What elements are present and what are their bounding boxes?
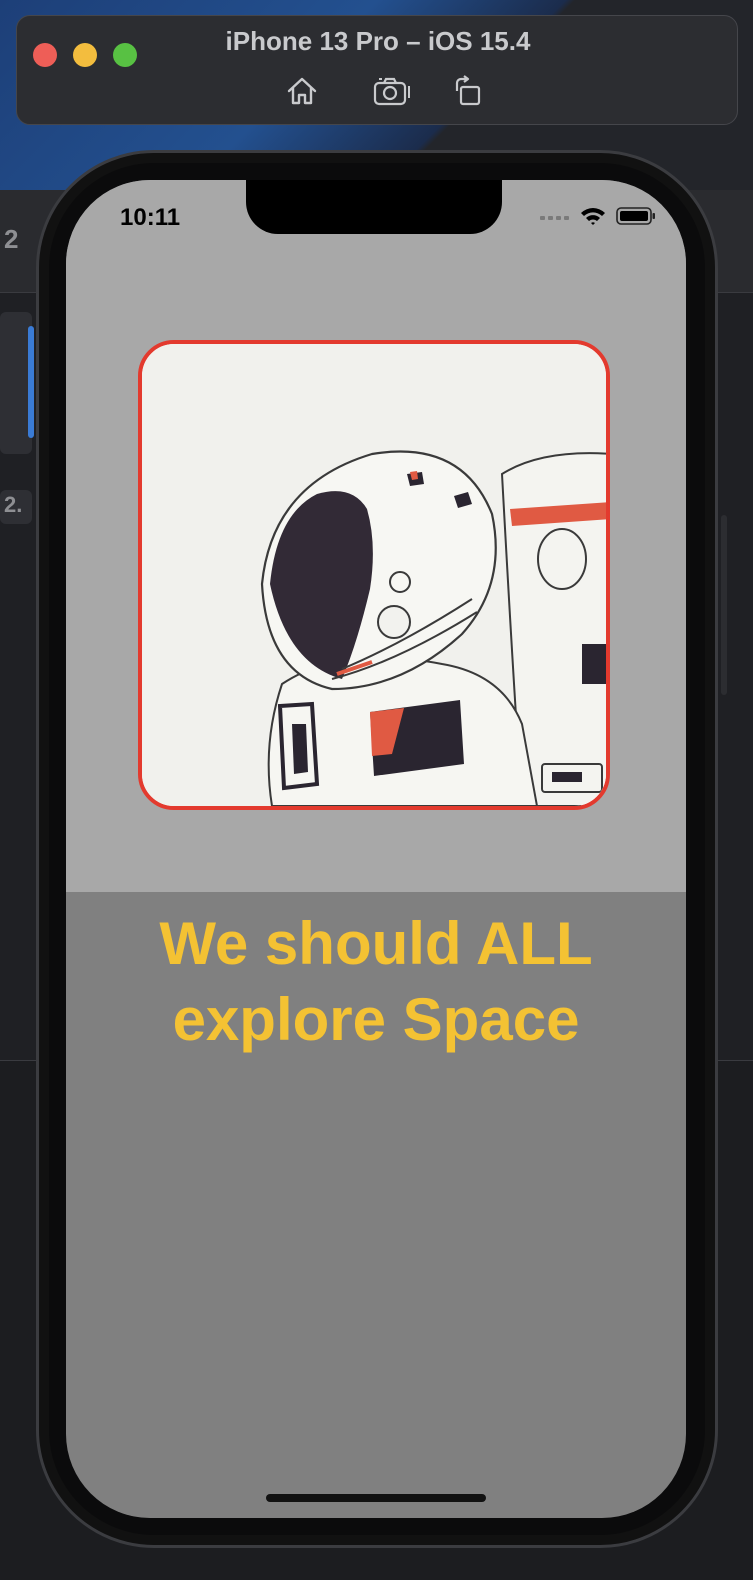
astronaut-image <box>138 340 610 810</box>
screenshot-button[interactable] <box>372 74 412 108</box>
home-indicator[interactable] <box>266 1494 486 1502</box>
headline: We should ALL explore Space <box>66 906 686 1058</box>
astronaut-illustration <box>142 344 606 806</box>
status-time: 10:11 <box>120 204 181 231</box>
phone-screen: 10:11 We should ALL explore Space <box>66 180 686 1518</box>
notch <box>246 180 502 234</box>
rotate-icon <box>455 75 481 106</box>
battery-icon <box>616 207 655 225</box>
screenshot-icon <box>373 77 410 106</box>
status-icons <box>540 206 656 226</box>
scroll-rail[interactable] <box>721 515 727 695</box>
desktop: 2 2. iPhone 13 Pro – iOS 15.4 10:11 We s… <box>0 0 753 1580</box>
side-number: 2. <box>4 492 23 517</box>
headline-line-2: explore Space <box>172 986 580 1053</box>
wifi-icon <box>581 208 605 225</box>
side-panel-accent <box>28 326 34 438</box>
simulator-title: iPhone 13 Pro – iOS 15.4 <box>225 26 531 56</box>
headline-line-1: We should ALL <box>159 910 593 977</box>
rotate-button[interactable] <box>450 74 484 108</box>
signal-icon <box>540 216 569 220</box>
simulator-titlebar: iPhone 13 Pro – iOS 15.4 <box>16 15 738 125</box>
home-button[interactable] <box>285 74 319 108</box>
home-icon <box>287 77 317 105</box>
side-number: 2 <box>4 224 19 254</box>
